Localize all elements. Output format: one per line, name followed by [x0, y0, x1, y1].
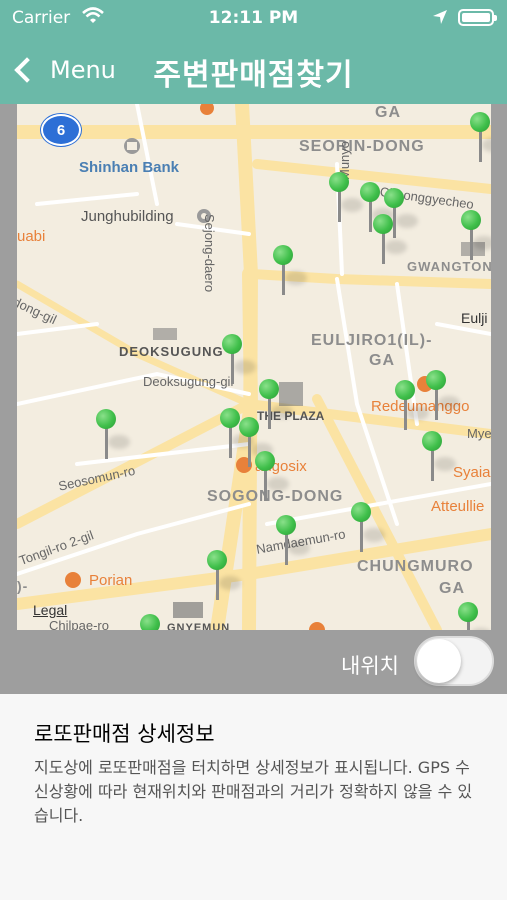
map-pin-icon[interactable]	[255, 451, 289, 501]
legal-link[interactable]: Legal	[33, 602, 67, 618]
map-label: Junghubilding	[81, 208, 174, 225]
navigation-bar: Menu 주변판매점찾기	[0, 36, 507, 104]
map-label: Syaia	[453, 464, 491, 481]
map-pin-icon[interactable]	[222, 334, 256, 384]
map-pin-icon[interactable]	[373, 214, 407, 264]
status-bar: Carrier 12:11 PM	[0, 0, 507, 36]
info-panel: 로또판매점 상세정보 지도상에 로또판매점을 터치하면 상세정보가 표시됩니다.…	[0, 694, 507, 900]
map-pin-icon[interactable]	[470, 112, 491, 162]
map-pin-icon[interactable]	[259, 379, 293, 429]
map-label: CHUNGMURO	[357, 558, 474, 575]
map-pin-icon[interactable]	[220, 408, 254, 458]
map-label: Porian	[89, 572, 133, 589]
map-label: GA	[369, 352, 395, 369]
map-label: DEOKSUGUNG	[119, 344, 224, 359]
map-label: Eulji	[461, 310, 488, 326]
map-pin-icon[interactable]	[329, 172, 363, 222]
map-label: uabi	[17, 228, 46, 245]
map-label: Sejong-daero	[202, 214, 217, 293]
location-arrow-icon	[432, 9, 448, 29]
map-pin-icon[interactable]	[458, 602, 491, 630]
map-label: EULJIRO1(IL)-	[311, 332, 433, 349]
map-label: GA	[375, 104, 401, 121]
map-pin-icon[interactable]	[422, 431, 456, 481]
map-label: GWANGTONG	[407, 259, 491, 274]
map-pin-icon[interactable]	[96, 409, 130, 459]
status-time: 12:11 PM	[208, 8, 299, 28]
map-pin-icon[interactable]	[140, 614, 160, 630]
map-label: GA	[439, 580, 465, 597]
page-title: 주변판매점찾기	[153, 58, 354, 93]
info-description: 지도상에 로또판매점을 터치하면 상세정보가 표시됩니다. GPS 수신상황에 …	[34, 758, 473, 825]
map-pin-icon[interactable]	[276, 515, 310, 565]
my-location-label: 내위치	[341, 654, 399, 678]
toggle-knob	[417, 639, 461, 683]
map-pin-icon[interactable]	[395, 380, 429, 430]
battery-icon	[458, 9, 497, 26]
info-title: 로또판매점 상세정보	[34, 722, 215, 746]
map-view[interactable]: 6 SEORIN-DONG GA Shinhan Bank Junghubild…	[17, 104, 491, 630]
map-label: GNYEMUN	[167, 622, 231, 630]
map-label: Shinhan Bank	[79, 159, 180, 176]
map-label: Mye	[467, 426, 491, 441]
map-pin-icon[interactable]	[461, 210, 491, 260]
map-label: Deoksugung-gil	[143, 374, 234, 389]
map-pin-icon[interactable]	[273, 245, 307, 295]
map-label: )-	[17, 578, 29, 594]
my-location-toggle[interactable]	[414, 636, 494, 686]
map-pin-icon[interactable]	[351, 502, 385, 552]
map-label: SEORIN-DONG	[299, 138, 425, 155]
map-label: Atteullie	[431, 498, 485, 515]
highway-shield-icon: 6	[41, 114, 81, 146]
map-label: Chilpae-ro	[49, 618, 109, 630]
map-pin-icon[interactable]	[207, 550, 241, 600]
map-pin-icon[interactable]	[426, 370, 460, 420]
